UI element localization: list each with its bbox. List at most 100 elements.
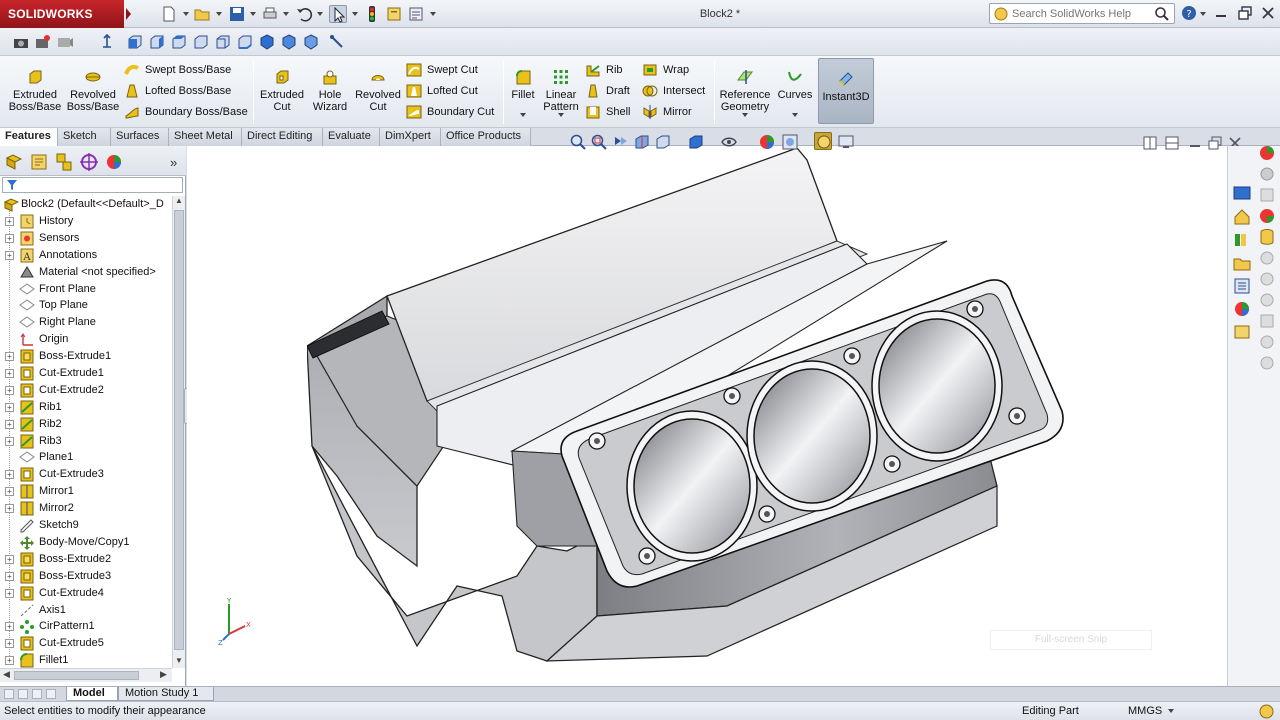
revolved-cut-button[interactable]: Revolved Cut (354, 64, 402, 124)
pattern-dropdown-icon[interactable] (558, 113, 564, 117)
dimetric-icon[interactable] (302, 33, 320, 51)
trimetric-icon[interactable] (280, 33, 298, 51)
custom-properties-icon[interactable] (1232, 322, 1252, 342)
units-selector[interactable]: MMGS (1128, 702, 1162, 720)
view-orientation-icon[interactable] (654, 133, 672, 151)
tree-item[interactable]: + Rib1 (0, 399, 172, 416)
new-document-icon[interactable] (160, 5, 178, 23)
lofted-cut-button[interactable]: Lofted Cut (406, 82, 478, 100)
boundary-cut-button[interactable]: Boundary Cut (406, 103, 494, 121)
tree-item[interactable]: + Fillet1 (0, 652, 172, 668)
property-manager-tab-icon[interactable] (29, 152, 49, 172)
tree-item[interactable]: + CirPattern1 (0, 618, 172, 635)
tab-model[interactable]: Model (66, 687, 118, 701)
select-dropdown-icon[interactable] (352, 12, 358, 16)
home-icon[interactable] (1232, 207, 1252, 227)
tree-item[interactable]: + Mirror2 (0, 500, 172, 517)
file-properties-icon[interactable] (385, 5, 403, 23)
graphics-area[interactable]: Y X Z Full-screen Snip (187, 132, 1241, 686)
tree-item[interactable]: + Rib3 (0, 433, 172, 450)
print-dropdown-icon[interactable] (283, 12, 289, 16)
view-left-icon[interactable] (170, 33, 188, 51)
tree-item[interactable]: Axis1 (0, 602, 172, 619)
mirror-button[interactable]: Mirror (642, 103, 692, 121)
tree-filter-input[interactable] (2, 177, 183, 193)
search-icon[interactable] (1154, 6, 1170, 22)
expand-icon[interactable]: + (5, 487, 14, 496)
expand-icon[interactable]: + (5, 386, 14, 395)
viewport-split-icon[interactable] (1142, 135, 1158, 151)
tree-item[interactable]: + A Annotations (0, 247, 172, 264)
shell-button[interactable]: Shell (585, 103, 630, 121)
side-tool-icon[interactable] (1257, 332, 1277, 352)
previous-tab-icon[interactable] (18, 689, 28, 699)
boundary-boss-base-button[interactable]: Boundary Boss/Base (124, 103, 248, 121)
expand-icon[interactable]: + (5, 504, 14, 513)
print-icon[interactable] (261, 5, 279, 23)
tree-item[interactable]: Front Plane (0, 281, 172, 298)
tree-item[interactable]: Body-Move/Copy1 (0, 534, 172, 551)
expand-icon[interactable]: + (5, 470, 14, 479)
swept-cut-button[interactable]: Swept Cut (406, 61, 478, 79)
tree-item[interactable]: + Boss-Extrude2 (0, 551, 172, 568)
tree-item[interactable]: + Cut-Extrude5 (0, 635, 172, 652)
normal-to-icon[interactable] (98, 33, 116, 51)
side-tool-icon[interactable] (1257, 185, 1277, 205)
viewport-restore-icon[interactable] (1207, 135, 1223, 151)
revolved-boss-base-button[interactable]: Revolved Boss/Base (64, 64, 122, 124)
tree-item[interactable]: + Boss-Extrude3 (0, 568, 172, 585)
expand-icon[interactable]: + (5, 656, 14, 665)
solidworks-logo[interactable]: SOLIDWORKS (0, 0, 124, 28)
save-icon[interactable] (228, 5, 246, 23)
last-tab-icon[interactable] (46, 689, 56, 699)
tree-item[interactable]: Origin (0, 331, 172, 348)
link-views-icon[interactable] (328, 33, 346, 51)
feature-tree-tab-icon[interactable] (4, 152, 24, 172)
open-folder-icon[interactable] (193, 5, 211, 23)
help-menu-icon[interactable]: ? (1180, 4, 1198, 22)
tree-item[interactable]: + Cut-Extrude3 (0, 466, 172, 483)
expand-icon[interactable]: + (5, 369, 14, 378)
tab-dimxpert[interactable]: DimXpert (380, 128, 441, 146)
swept-boss-base-button[interactable]: Swept Boss/Base (124, 61, 231, 79)
side-scene-icon[interactable] (1257, 206, 1277, 226)
design-library-icon[interactable] (1232, 230, 1252, 250)
tree-item[interactable]: + Cut-Extrude2 (0, 382, 172, 399)
draft-button[interactable]: Draft (585, 82, 630, 100)
reference-geometry-dropdown-icon[interactable] (742, 113, 748, 117)
more-tabs-icon[interactable]: » (170, 155, 177, 170)
tree-item[interactable]: Plane1 (0, 449, 172, 466)
options-dropdown-icon[interactable] (430, 12, 436, 16)
side-tool-icon[interactable] (1257, 353, 1277, 373)
dimxpert-manager-tab-icon[interactable] (79, 152, 99, 172)
tab-office-products[interactable]: Office Products (441, 128, 531, 146)
expand-icon[interactable]: + (5, 622, 14, 631)
display-settings-icon[interactable] (837, 133, 855, 151)
tree-item[interactable]: + Boss-Extrude1 (0, 348, 172, 365)
logo-menu-arrow-icon[interactable] (126, 8, 131, 20)
view-front-icon[interactable] (126, 33, 144, 51)
tree-horizontal-scrollbar[interactable]: ◀ ▶ (0, 668, 172, 682)
viewport-minimize-icon[interactable] (1187, 135, 1203, 151)
side-tool-icon[interactable] (1257, 311, 1277, 331)
viewport-layout-icon[interactable] (1164, 135, 1180, 151)
options-icon[interactable] (407, 5, 425, 23)
expand-icon[interactable]: + (5, 403, 14, 412)
side-appearance-icon[interactable] (1257, 143, 1277, 163)
view-right-icon[interactable] (192, 33, 210, 51)
tab-sketch[interactable]: Sketch (58, 128, 111, 146)
rib-button[interactable]: Rib (585, 61, 623, 79)
select-arrow-icon[interactable] (329, 5, 347, 23)
units-dropdown-icon[interactable] (1168, 709, 1174, 713)
expand-icon[interactable]: + (5, 589, 14, 598)
record-icon[interactable] (34, 33, 52, 51)
expand-icon[interactable]: + (5, 572, 14, 581)
tab-features[interactable]: Features (0, 128, 58, 147)
tab-sheet-metal[interactable]: Sheet Metal (169, 128, 242, 146)
tree-vertical-scrollbar[interactable]: ▲ ▼ (172, 196, 185, 668)
instant3d-button[interactable]: Instant3D (818, 58, 874, 124)
expand-icon[interactable]: + (5, 217, 14, 226)
display-manager-tab-icon[interactable] (104, 152, 124, 172)
restore-icon[interactable] (1236, 4, 1254, 22)
view-palette-icon[interactable] (1232, 276, 1252, 296)
